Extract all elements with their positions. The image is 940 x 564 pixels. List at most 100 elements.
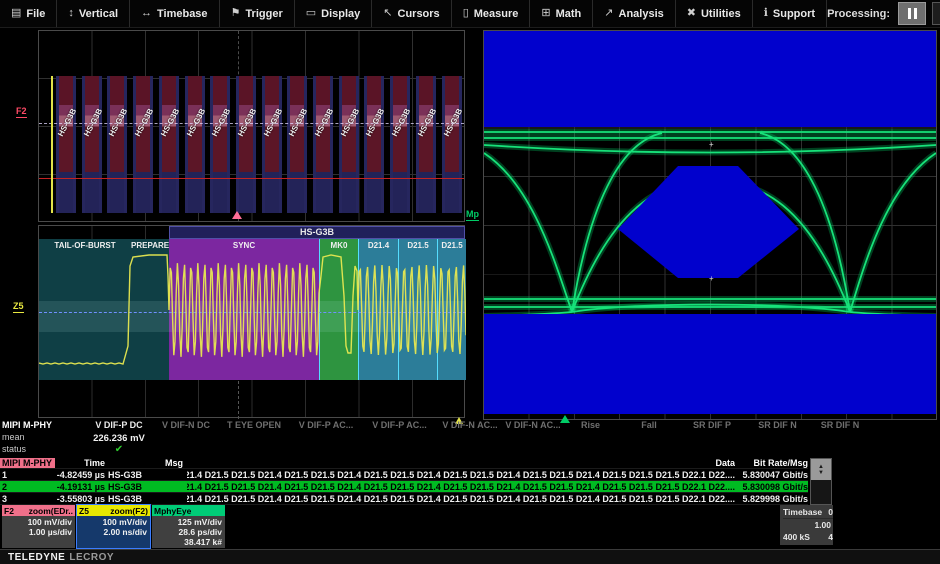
descriptor-body: 100 mV/div2.00 ns/div xyxy=(77,516,150,537)
scrollbar-thumb[interactable]: ▲ ▼ xyxy=(811,459,831,480)
menu-item-timebase[interactable]: ↔Timebase xyxy=(130,0,220,27)
menu-item-analysis[interactable]: ↗Analysis xyxy=(593,0,675,27)
processing-play-button[interactable]: ▶ xyxy=(932,2,940,25)
table-header-protocol[interactable]: MIPI M-PHY xyxy=(0,458,55,468)
footer-bar: TELEDYNE LECROY xyxy=(0,549,940,564)
burst-bar: HS-G3B xyxy=(236,76,256,213)
measure-column-7[interactable]: V DIF-N AC... xyxy=(504,421,562,430)
trigger-icon: ⚑ xyxy=(231,8,241,19)
measure-column-8[interactable]: Rise xyxy=(562,421,619,430)
descriptor-line: 100 mV/div xyxy=(77,517,147,527)
menu-item-measure[interactable]: ▯ Measure xyxy=(452,0,531,27)
menu-item-label: Math xyxy=(556,8,582,20)
table-row-1[interactable]: 1-4.82459 µsHS-G3BD21.4 D21.5 D21.5 D21.… xyxy=(0,469,808,481)
measurement-strip: MIPI M-PHY mean status V DIF-P DCV DIF-N… xyxy=(0,419,940,458)
measure-column-5[interactable]: V DIF-P AC... xyxy=(363,421,436,430)
cursors-icon: ↖ xyxy=(383,8,392,19)
menu-item-utilities[interactable]: ✖Utilities xyxy=(676,0,753,27)
eye-trace-glow xyxy=(484,153,572,312)
burst-bar: HS-G3B xyxy=(416,76,436,213)
table-header-rate[interactable]: Bit Rate/Msg xyxy=(735,458,808,468)
measure-row-status: status xyxy=(2,445,26,454)
file-icon: ▤ xyxy=(11,8,21,19)
cell-first: 3 xyxy=(0,494,55,504)
f2-baseline-dashed xyxy=(39,123,464,124)
menu-item-math[interactable]: ⊞Math xyxy=(530,0,593,27)
measure-column-10[interactable]: SR DIF P xyxy=(679,421,745,430)
menu-item-label: Support xyxy=(773,8,815,20)
support-icon: ℹ xyxy=(764,8,768,19)
menu-bar-items: ▤File↕Vertical↔Timebase⚑Trigger▭Display↖… xyxy=(0,0,827,27)
table-header-data[interactable]: Data xyxy=(187,458,735,468)
table-header-msg[interactable]: Msg xyxy=(105,458,187,468)
descriptor-mphyeye[interactable]: MphyEye125 mV/div28.6 ps/div38.417 k# xyxy=(152,505,225,548)
center-cross-lower: + xyxy=(709,275,714,283)
menu-item-file[interactable]: ▤File xyxy=(0,0,57,27)
trigger-position-marker xyxy=(232,211,242,219)
menu-bar: ▤File↕Vertical↔Timebase⚑Trigger▭Display↖… xyxy=(0,0,940,28)
eye-mask-bottom xyxy=(484,314,936,414)
measure-column-4[interactable]: V DIF-P AC... xyxy=(289,421,363,430)
timebase-rate: 4 xyxy=(828,531,833,543)
menu-item-label: Measure xyxy=(474,8,519,20)
descriptor-z5[interactable]: Z5zoom(F2)100 mV/div2.00 ns/div xyxy=(77,505,150,548)
table-row-3[interactable]: 3-3.55803 µsHS-G3BD21.4 D21.5 D21.5 D21.… xyxy=(0,493,808,505)
burst-bar: HS-G3B xyxy=(82,76,102,213)
cell-time: -3.55803 µs xyxy=(55,494,105,504)
trace-label-mp[interactable]: Mp xyxy=(466,210,479,221)
menu-item-cursors[interactable]: ↖Cursors xyxy=(372,0,451,27)
menu-item-support[interactable]: ℹ Support xyxy=(753,0,827,27)
timebase-icon: ↔ xyxy=(141,8,152,19)
burst-bar: HS-G3B xyxy=(107,76,127,213)
timebase-right: 0 xyxy=(828,506,833,518)
burst-bar: HS-G3B xyxy=(287,76,307,213)
descriptor-title: zoom(F2) xyxy=(110,506,148,516)
burst-bar: HS-G3B xyxy=(442,76,462,213)
burst-bar: HS-G3B xyxy=(390,76,410,213)
zoom-graticule: HS-G3B TAIL-OF-BURSTPREPARESYNCMK0D21.4D… xyxy=(38,225,465,418)
measure-column-3[interactable]: T EYE OPEN xyxy=(219,421,289,430)
burst-overview-graticule: HS-G3BHS-G3BHS-G3BHS-G3BHS-G3BHS-G3BHS-G… xyxy=(38,30,465,222)
descriptor-header[interactable]: F2zoom(EDr.. xyxy=(2,505,75,516)
menu-item-label: Utilities xyxy=(701,8,741,20)
table-header-time[interactable]: Time xyxy=(55,458,105,468)
menu-item-label: Analysis xyxy=(619,8,664,20)
measure-column-1[interactable]: V DIF-P DC xyxy=(85,421,153,430)
cell-msg: HS-G3B xyxy=(105,470,187,480)
descriptor-line: 38.417 k# xyxy=(152,537,222,547)
descriptor-header[interactable]: Z5zoom(F2) xyxy=(77,505,150,516)
descriptor-line: 1.00 µs/div xyxy=(2,527,72,537)
menu-item-vertical[interactable]: ↕Vertical xyxy=(57,0,130,27)
menu-item-trigger[interactable]: ⚑Trigger xyxy=(220,0,295,27)
trace-label-f2[interactable]: F2 xyxy=(16,107,27,118)
burst-bar: HS-G3B xyxy=(210,76,230,213)
measure-icon: ▯ xyxy=(463,8,469,19)
decode-table-body: 1-4.82459 µsHS-G3BD21.4 D21.5 D21.5 D21.… xyxy=(0,469,808,505)
table-scrollbar[interactable]: ▲ ▼ xyxy=(810,458,832,505)
brand-lecroy: LECROY xyxy=(69,552,114,563)
measure-column-11[interactable]: SR DIF N xyxy=(745,421,810,430)
cell-data: D21.4 D21.5 D21.5 D21.4 D21.5 D21.5 D21.… xyxy=(187,482,735,492)
table-row-2[interactable]: 2-4.19131 µsHS-G3BD21.4 D21.5 D21.5 D21.… xyxy=(0,481,808,493)
menu-right-cluster: Processing: ▶ Default: Undo ↶ xyxy=(827,1,940,26)
descriptor-f2[interactable]: F2zoom(EDr..100 mV/div1.00 µs/div xyxy=(2,505,75,548)
measure-row-header: MIPI M-PHY xyxy=(2,421,52,430)
yellow-cursor-line[interactable] xyxy=(51,76,53,213)
eye-diagram-graticule: + + xyxy=(483,30,937,420)
cell-time: -4.19131 µs xyxy=(55,482,105,492)
burst-bar: HS-G3B xyxy=(159,76,179,213)
measure-column-2[interactable]: V DIF-N DC xyxy=(153,421,219,430)
menu-item-label: Vertical xyxy=(79,8,118,20)
measure-column-12[interactable]: SR DIF N xyxy=(810,421,870,430)
measure-column-9[interactable]: Fall xyxy=(619,421,679,430)
timebase-descriptor[interactable]: Timebase 0 1.00 400 kS 4 xyxy=(780,505,833,545)
descriptor-header[interactable]: MphyEye xyxy=(152,505,225,516)
measure-column-6[interactable]: V DIF-N AC... xyxy=(436,421,504,430)
burst-bar: HS-G3B xyxy=(262,76,282,213)
cell-rate: 5.830098 Gbit/s xyxy=(735,482,808,492)
cell-rate: 5.830047 Gbit/s xyxy=(735,470,808,480)
trace-label-z5[interactable]: Z5 xyxy=(13,302,24,313)
processing-pause-button[interactable] xyxy=(898,2,926,25)
timebase-scale: 1.00 xyxy=(783,519,833,531)
menu-item-display[interactable]: ▭Display xyxy=(295,0,373,27)
